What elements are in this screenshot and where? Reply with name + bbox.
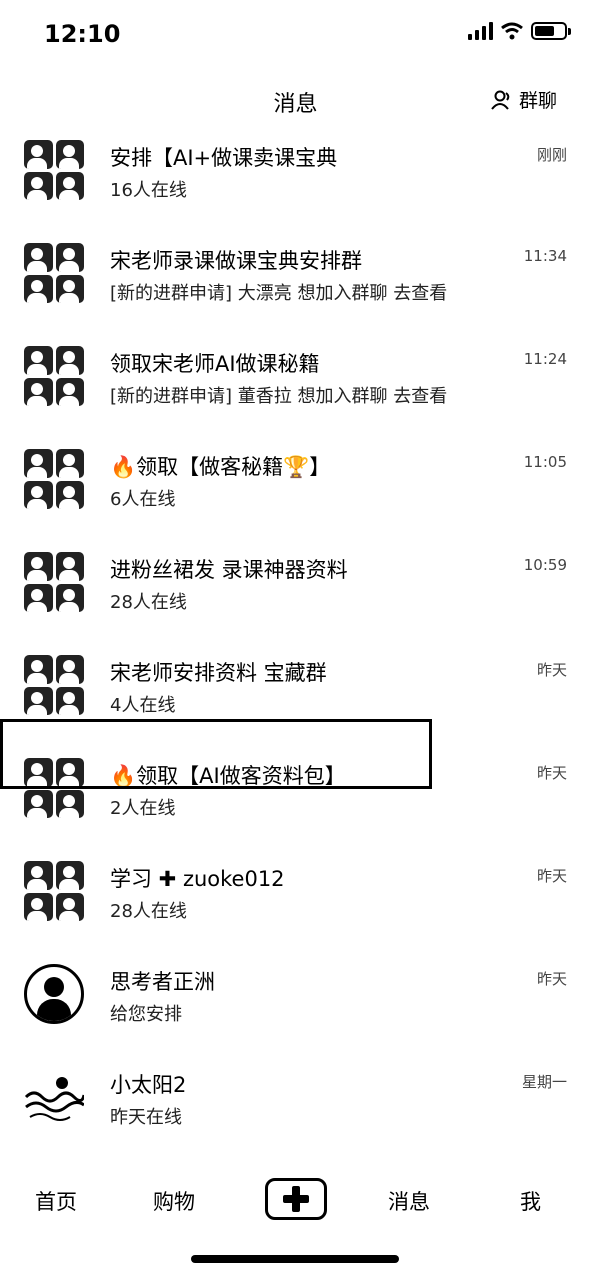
conversation-preview: [新的进群申请] 大漂亮 想加入群聊 去查看 <box>110 283 448 304</box>
conversation-time: 昨天 <box>536 764 567 782</box>
status-time: 12:10 <box>44 20 121 48</box>
group-avatar[interactable] <box>24 449 84 509</box>
signal-icon <box>468 22 493 40</box>
conversation-preview: 给您安排 <box>110 1004 182 1025</box>
conversation-item[interactable]: 小太阳2 昨天在线 星期一 <box>0 1061 591 1164</box>
home-indicator <box>191 1255 399 1263</box>
status-icons <box>468 22 571 40</box>
conversation-name: 学习 ✚ zuoke012 <box>110 867 285 891</box>
highlight-box <box>0 719 432 789</box>
conversation-name: 安排【AI+做课卖课宝典 <box>110 146 338 170</box>
conversation-preview: 昨天在线 <box>110 1107 182 1128</box>
group-avatar[interactable] <box>24 243 84 303</box>
add-button[interactable] <box>265 1178 327 1220</box>
conversation-time: 昨天 <box>536 970 567 988</box>
conversation-preview: 28人在线 <box>110 592 187 613</box>
conversation-list: 安排【AI+做课卖课宝典 16人在线 刚刚宋老师录课做课宝典安排群 [新的进群申请] … <box>0 134 591 1164</box>
tab-bar: 首页 购物 消息 我 <box>0 1168 591 1232</box>
conversation-item[interactable]: 安排【AI+做课卖课宝典 16人在线 刚刚 <box>0 134 591 237</box>
tab-messages[interactable]: 消息 <box>388 1186 430 1216</box>
person-icon <box>491 90 510 110</box>
status-bar: 12:10 <box>0 0 591 70</box>
group-chat-button[interactable]: 群聊 <box>491 86 557 113</box>
conversation-preview: 16人在线 <box>110 180 187 201</box>
tab-shop[interactable]: 购物 <box>153 1186 195 1216</box>
conversation-time: 刚刚 <box>536 146 567 164</box>
conversation-name: 领取宋老师AI做课秘籍 <box>110 352 320 376</box>
conversation-preview: 4人在线 <box>110 695 176 716</box>
group-avatar[interactable] <box>24 655 84 715</box>
group-avatar[interactable] <box>24 346 84 406</box>
conversation-item[interactable]: 思考者正洲给您安排 昨天 <box>0 958 591 1061</box>
group-avatar[interactable] <box>24 552 84 612</box>
conversation-name: 进粉丝裙发 录课神器资料 <box>110 558 348 582</box>
conversation-name: 🔥领取【做客秘籍🏆】 <box>110 455 331 479</box>
tab-me[interactable]: 我 <box>520 1186 541 1216</box>
conversation-name: 小太阳2 <box>110 1073 187 1097</box>
conversation-name: 宋老师安排资料 宝藏群 <box>110 661 327 685</box>
user-avatar[interactable] <box>24 1067 84 1127</box>
tab-home[interactable]: 首页 <box>35 1186 77 1216</box>
conversation-name: 宋老师录课做课宝典安排群 <box>110 249 362 273</box>
conversation-preview: [新的进群申请] 董香拉 想加入群聊 去查看 <box>110 386 448 407</box>
group-chat-label: 群聊 <box>518 90 557 112</box>
nav-header: 消息 群聊 <box>0 78 591 126</box>
group-avatar[interactable] <box>24 140 84 200</box>
conversation-time: 11:24 <box>523 350 567 368</box>
conversation-time: 昨天 <box>536 661 567 679</box>
conversation-time: 11:05 <box>523 453 567 471</box>
conversation-item[interactable]: 领取宋老师AI做课秘籍 [新的进群申请] 董香拉 想加入群聊 去查看 11:24 <box>0 340 591 443</box>
conversation-time: 星期一 <box>521 1073 567 1091</box>
conversation-item[interactable]: 进粉丝裙发 录课神器资料 28人在线 10:59 <box>0 546 591 649</box>
conversation-name: 思考者正洲 <box>110 970 215 994</box>
conversation-time: 10:59 <box>523 556 567 574</box>
conversation-preview: 2人在线 <box>110 798 176 819</box>
plus-icon <box>283 1186 309 1212</box>
conversation-time: 昨天 <box>536 867 567 885</box>
group-avatar[interactable] <box>24 861 84 921</box>
conversation-preview: 28人在线 <box>110 901 187 922</box>
battery-icon <box>531 22 571 40</box>
conversation-item[interactable]: 学习 ✚ zuoke012 28人在线 昨天 <box>0 855 591 958</box>
wifi-icon <box>501 22 523 40</box>
conversation-time: 11:34 <box>523 247 567 265</box>
conversation-preview: 6人在线 <box>110 489 176 510</box>
conversation-item[interactable]: 宋老师录课做课宝典安排群 [新的进群申请] 大漂亮 想加入群聊 去查看 11:34 <box>0 237 591 340</box>
user-avatar[interactable] <box>24 964 84 1024</box>
conversation-item[interactable]: 🔥领取【做客秘籍🏆】 6人在线 11:05 <box>0 443 591 546</box>
